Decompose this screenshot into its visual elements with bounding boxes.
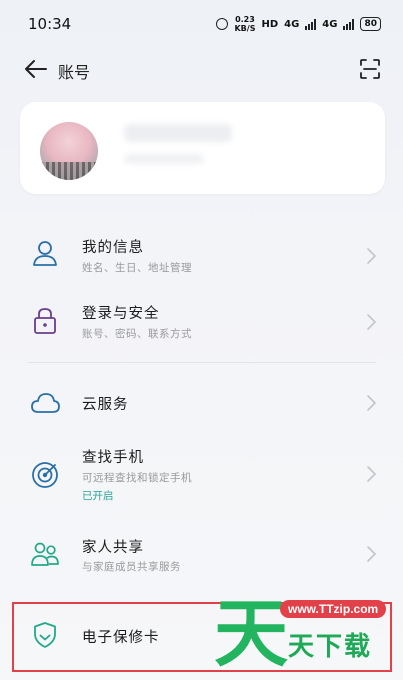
signal-icon [305,18,317,30]
network-type-2: 4G [322,18,338,30]
hd-label: HD [261,18,279,30]
signal-icon-2 [343,18,355,30]
target-icon [32,462,58,488]
status-time: 10:34 [28,15,72,33]
menu-title: 查找手机 [82,450,144,466]
family-icon [31,542,59,566]
net-speed: 0.23 KB/S [234,15,255,33]
profile-card[interactable] [20,102,385,194]
chevron-right-icon [367,395,376,411]
menu-title: 家人共享 [82,540,144,556]
lock-icon [34,308,56,334]
cloud-icon [31,393,60,413]
chevron-right-icon [367,314,376,330]
menu-title: 我的信息 [82,240,144,256]
menu-item-login-security[interactable]: 登录与安全 账号、密码、联系方式 [0,294,403,352]
menu-subtitle: 姓名、生日、地址管理 [82,262,192,274]
menu-item-cloud-service[interactable]: 云服务 [0,380,403,426]
menu-title: 云服务 [82,397,129,413]
net-speed-value: 0.23 [235,15,255,24]
section-divider [28,362,376,363]
menu-subtitle: 账号、密码、联系方式 [82,328,192,340]
menu-item-my-info[interactable]: 我的信息 姓名、生日、地址管理 [0,228,403,286]
menu-title: 电子保修卡 [82,630,160,646]
status-bar: 10:34 0.23 KB/S HD 4G 4G 80 [0,0,403,48]
menu-item-find-phone[interactable]: 查找手机 可远程查找和锁定手机 已开启 [0,444,403,508]
status-badge: 已开启 [82,490,114,502]
menu-title: 登录与安全 [82,306,160,322]
avatar [40,122,98,180]
scan-icon[interactable] [359,58,381,80]
profile-name-blurred [124,124,232,142]
user-icon [33,241,57,266]
chevron-right-icon [367,546,376,562]
shield-icon [34,622,56,648]
watermark: 天 www.TTzip.com 天下载 [214,590,394,678]
chevron-right-icon [367,466,376,482]
alarm-icon [216,18,229,30]
arrow-left-icon[interactable] [24,58,48,80]
menu-subtitle: 可远程查找和锁定手机 [82,472,192,484]
watermark-text: 天下载 [288,632,373,662]
menu-item-family-share[interactable]: 家人共享 与家庭成员共享服务 [0,530,403,580]
chevron-right-icon [367,248,376,264]
menu-subtitle: 与家庭成员共享服务 [82,561,181,573]
watermark-url: www.TTzip.com [280,600,387,618]
header: 账号 [0,50,403,90]
profile-id-blurred [124,154,204,164]
page-title: 账号 [58,63,91,82]
net-speed-unit: KB/S [234,24,256,33]
watermark-logo-char: 天 [214,591,288,677]
status-icons: 0.23 KB/S HD 4G 4G 80 [216,15,381,33]
network-type-1: 4G [284,18,300,30]
battery-icon: 80 [360,17,381,31]
